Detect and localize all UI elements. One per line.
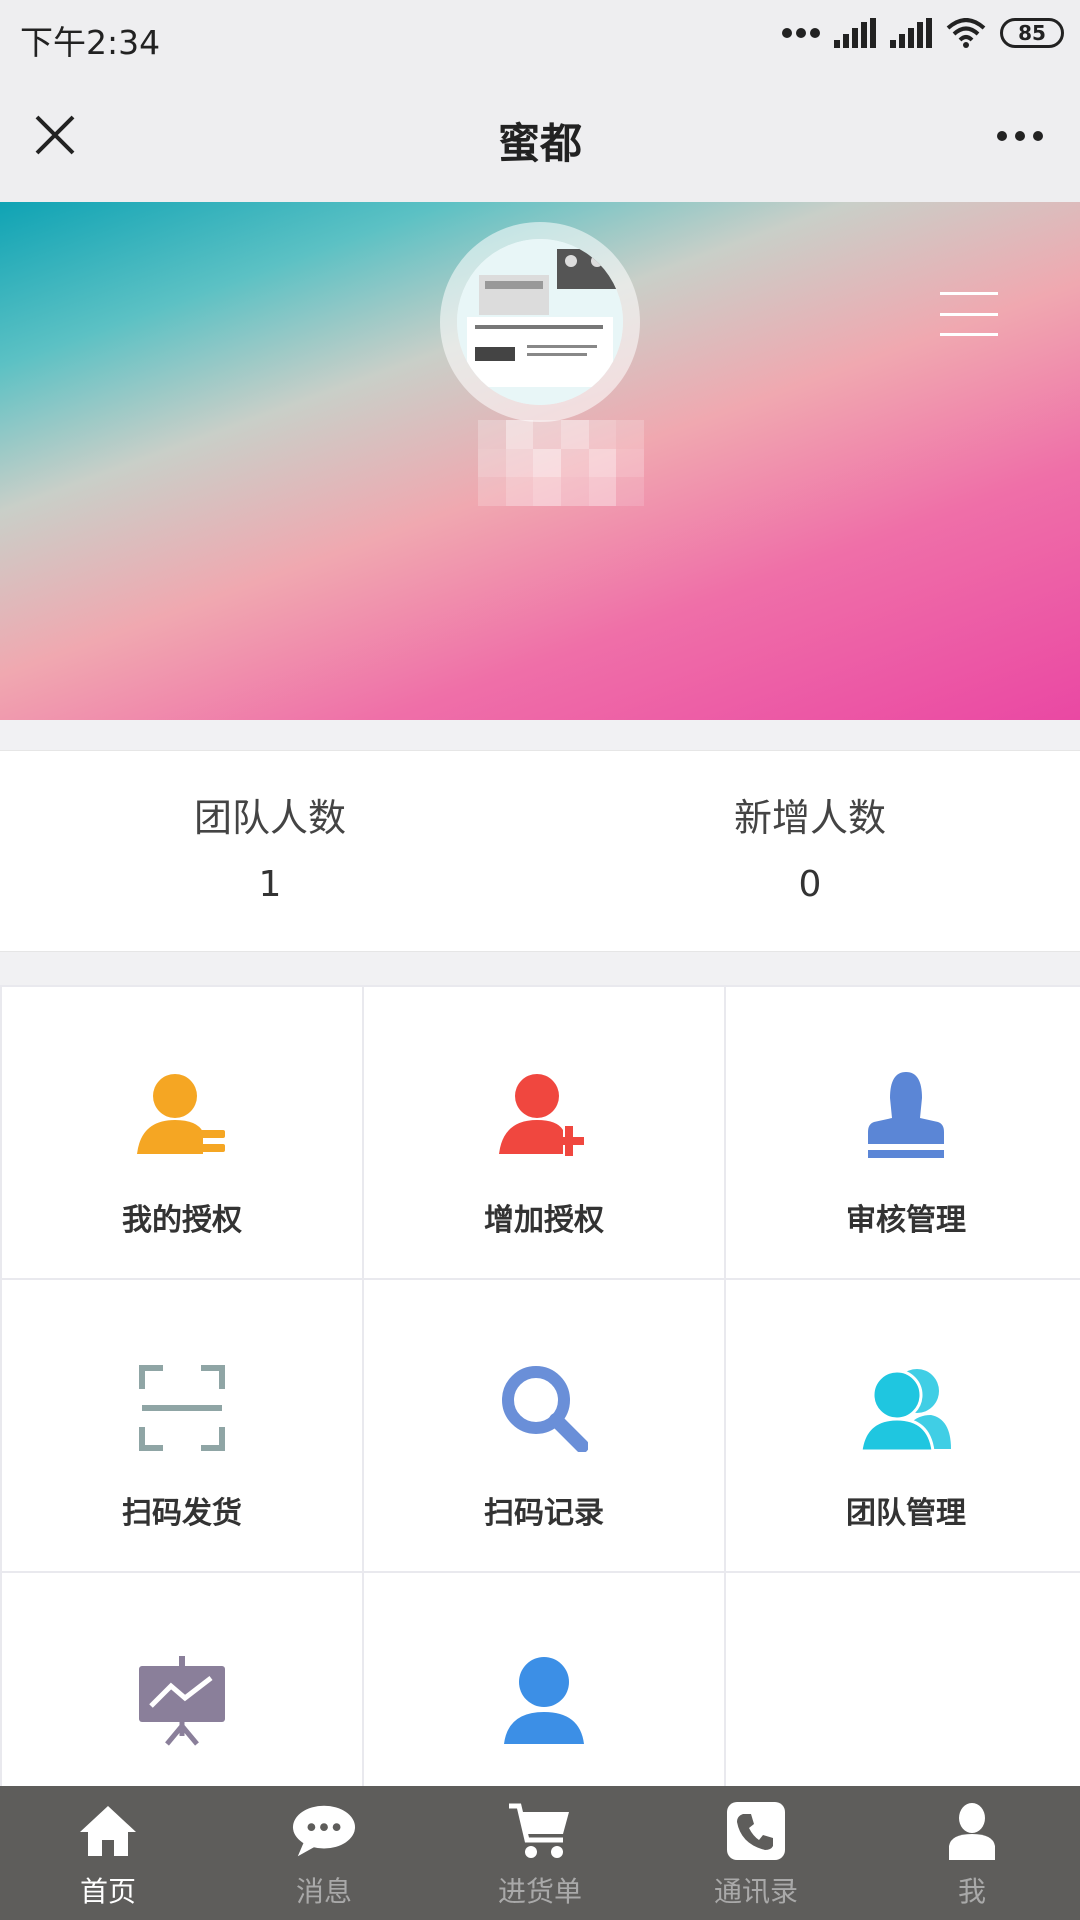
menu-icon[interactable] [940, 292, 998, 336]
grid-item-label: 扫码记录 [484, 1496, 604, 1531]
grid-item-scan-record[interactable]: 扫码记录 [364, 1280, 724, 1571]
grid-item-add-authorization[interactable]: 增加授权 [364, 987, 724, 1278]
close-button[interactable] [24, 104, 86, 166]
cart-icon [508, 1800, 572, 1862]
tab-me[interactable]: 我 [864, 1786, 1080, 1920]
battery-indicator: 85 [1000, 18, 1064, 48]
team-stats: 团队人数 1 新增人数 0 [0, 750, 1080, 952]
grid-item-label: 增加授权 [484, 1203, 604, 1238]
grid-item-scan-ship[interactable]: 扫码发货 [2, 1280, 362, 1571]
status-bar: 下午2:34 85 [0, 0, 1080, 74]
tab-contacts[interactable]: 通讯录 [648, 1786, 864, 1920]
title-bar: 蜜都 [0, 74, 1080, 202]
stat-team-count: 团队人数 1 [0, 751, 540, 951]
search-icon [496, 1360, 592, 1456]
tab-label: 进货单 [497, 1875, 582, 1908]
status-icons: 85 [782, 18, 1064, 48]
home-icon [76, 1800, 140, 1862]
grid-item-my-authorization[interactable]: 我的授权 [2, 987, 362, 1278]
phone-icon [724, 1800, 788, 1862]
grid-item-label: 审核管理 [846, 1203, 966, 1238]
nickname-pixelated [478, 420, 644, 506]
stat-value: 1 [258, 864, 282, 905]
avatar-image [457, 239, 623, 405]
close-icon [35, 115, 75, 155]
wifi-icon [946, 18, 986, 48]
signal-icon [834, 18, 876, 48]
grid-item-label: 扫码发货 [122, 1496, 242, 1531]
grid-item-label: 团队管理 [846, 1496, 966, 1531]
profile-icon [496, 1653, 592, 1749]
grid-item-team-management[interactable]: 团队管理 [726, 1280, 1080, 1571]
stat-label: 新增人数 [733, 796, 886, 840]
stat-label: 团队人数 [193, 796, 346, 840]
tab-home[interactable]: 首页 [0, 1786, 216, 1920]
user-icon [940, 1800, 1004, 1862]
tab-messages[interactable]: 消息 [216, 1786, 432, 1920]
user-list-icon [134, 1067, 230, 1163]
function-grid: 我的授权 增加授权 审核管理 扫码发货 扫码记录 团队管理 [0, 985, 1080, 1866]
stat-value: 0 [798, 864, 822, 905]
tab-label: 首页 [79, 1875, 136, 1908]
stat-new-count: 新增人数 0 [540, 751, 1080, 951]
grid-item-label: 我的授权 [122, 1203, 242, 1238]
tab-label: 消息 [295, 1875, 352, 1908]
more-options-button[interactable] [988, 114, 1052, 158]
bottom-tab-bar: 首页 消息 进货单 通讯录 我 [0, 1786, 1080, 1920]
presentation-chart-icon [134, 1653, 230, 1749]
profile-banner [0, 202, 1080, 720]
avatar[interactable] [440, 222, 640, 422]
signal-icon [890, 18, 932, 48]
page-title: 蜜都 [497, 119, 582, 168]
tab-purchase-order[interactable]: 进货单 [432, 1786, 648, 1920]
stamp-icon [858, 1067, 954, 1163]
chat-icon [292, 1800, 356, 1862]
tab-label: 通讯录 [713, 1875, 798, 1908]
status-time: 下午2:34 [20, 23, 161, 62]
grid-item-review-management[interactable]: 审核管理 [726, 987, 1080, 1278]
team-icon [858, 1360, 954, 1456]
tab-label: 我 [957, 1875, 986, 1908]
more-dots-icon [782, 28, 820, 38]
scan-icon [134, 1360, 230, 1456]
user-add-icon [496, 1067, 592, 1163]
